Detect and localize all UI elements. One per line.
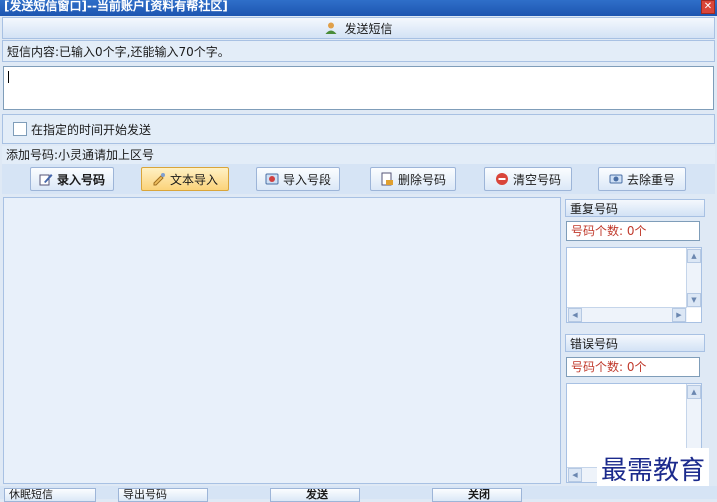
segment-import-icon xyxy=(265,172,279,186)
sms-content-input[interactable] xyxy=(3,66,714,110)
manual-entry-label: 录入号码 xyxy=(56,172,105,187)
errors-count-text: 号码个数: 0个 xyxy=(571,360,647,374)
duplicates-header: 重复号码 xyxy=(565,199,705,217)
errors-header: 错误号码 xyxy=(565,334,705,352)
dedupe-label: 去除重号 xyxy=(626,172,675,187)
manual-entry-button[interactable]: 录入号码 xyxy=(30,167,114,191)
duplicates-count-text: 号码个数: 0个 xyxy=(571,224,647,238)
duplicates-vertical-scrollbar[interactable]: ▲ ▼ xyxy=(686,248,701,308)
text-import-button[interactable]: 文本导入 xyxy=(141,167,229,191)
text-import-label: 文本导入 xyxy=(169,172,218,187)
schedule-checkbox-label[interactable]: 在指定的时间开始发送 xyxy=(31,121,151,138)
scroll-down-icon[interactable]: ▼ xyxy=(687,293,701,307)
sms-content-label: 短信内容:已输入0个字,还能输入70个字。 xyxy=(2,40,715,62)
scroll-right-icon[interactable]: ▶ xyxy=(672,308,686,322)
hibernate-sms-label: 休眠短信 xyxy=(9,488,53,501)
errors-title: 错误号码 xyxy=(570,337,619,351)
send-label: 发送 xyxy=(306,488,328,501)
dedupe-button[interactable]: 去除重号 xyxy=(598,167,686,191)
close-label: 关闭 xyxy=(468,488,490,501)
send-sms-header-button[interactable]: 发送短信 xyxy=(2,17,715,39)
dedupe-icon xyxy=(609,172,623,186)
errors-count: 号码个数: 0个 xyxy=(566,357,700,377)
scroll-left-icon[interactable]: ◀ xyxy=(568,468,582,482)
numbers-list[interactable] xyxy=(3,197,561,484)
scroll-left-icon[interactable]: ◀ xyxy=(568,308,582,322)
text-import-icon xyxy=(152,172,166,186)
text-caret xyxy=(8,71,9,83)
delete-document-icon xyxy=(380,172,394,186)
user-send-icon xyxy=(324,21,338,35)
edit-icon xyxy=(39,172,53,186)
duplicates-count: 号码个数: 0个 xyxy=(566,221,700,241)
watermark-text: 最需教育 xyxy=(596,448,709,489)
duplicates-horizontal-scrollbar[interactable]: ◀ ▶ xyxy=(567,307,687,322)
segment-import-label: 导入号段 xyxy=(282,172,331,187)
clear-numbers-label: 清空号码 xyxy=(512,172,561,187)
close-window-button[interactable]: ✕ xyxy=(701,0,715,14)
add-numbers-hint: 添加号码:小灵通请加上区号 xyxy=(6,148,155,162)
delete-number-label: 删除号码 xyxy=(397,172,446,187)
schedule-checkbox[interactable] xyxy=(13,122,27,136)
clear-numbers-button[interactable]: 清空号码 xyxy=(484,167,572,191)
hibernate-sms-button[interactable]: 休眠短信 xyxy=(4,488,96,502)
scroll-up-icon[interactable]: ▲ xyxy=(687,385,701,399)
duplicates-list[interactable]: ▲ ▼ ◀ ▶ xyxy=(566,247,702,323)
delete-number-button[interactable]: 删除号码 xyxy=(370,167,456,191)
window-title: [发送短信窗口]--当前账户[资料有帮社区] xyxy=(4,0,228,13)
send-button[interactable]: 发送 xyxy=(270,488,360,502)
segment-import-button[interactable]: 导入号段 xyxy=(256,167,340,191)
close-button[interactable]: 关闭 xyxy=(432,488,522,502)
schedule-row: 在指定的时间开始发送 xyxy=(2,114,715,144)
scroll-up-icon[interactable]: ▲ xyxy=(687,249,701,263)
window-title-bar: [发送短信窗口]--当前账户[资料有帮社区] xyxy=(0,0,717,16)
add-numbers-label: 添加号码:小灵通请加上区号 xyxy=(2,146,715,164)
duplicates-title: 重复号码 xyxy=(570,202,619,216)
export-numbers-button[interactable]: 导出号码 xyxy=(118,488,208,502)
sms-content-counter-text: 短信内容:已输入0个字,还能输入70个字。 xyxy=(7,45,230,59)
close-icon: ✕ xyxy=(703,1,713,12)
clear-stop-icon xyxy=(495,172,509,186)
export-numbers-label: 导出号码 xyxy=(123,488,167,501)
send-sms-header-label: 发送短信 xyxy=(344,21,393,36)
